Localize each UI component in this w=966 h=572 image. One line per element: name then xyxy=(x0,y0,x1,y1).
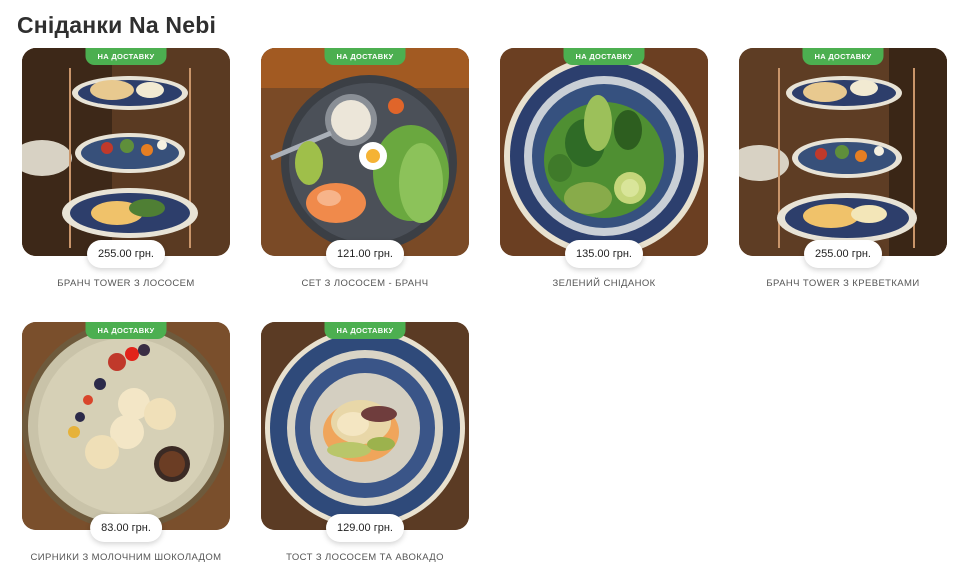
delivery-badge: НА ДОСТАВКУ xyxy=(85,48,167,65)
page-title: Сніданки Na Nebi xyxy=(17,12,217,38)
price-tag: 255.00 грн. xyxy=(804,240,882,268)
delivery-badge: НА ДОСТАВКУ xyxy=(324,48,406,65)
product-photo[interactable] xyxy=(261,322,469,530)
product-grid: НА ДОСТАВКУ 255.00 грн. БРАНЧ TOWER З ЛО… xyxy=(22,48,947,572)
product-card[interactable]: НА ДОСТАВКУ 121.00 грн. СЕТ З ЛОСОСЕМ - … xyxy=(261,48,469,298)
product-card[interactable]: НА ДОСТАВКУ 255.00 грн. БРАНЧ TOWER З КР… xyxy=(739,48,947,298)
price-tag: 129.00 грн. xyxy=(326,514,404,542)
price-tag: 121.00 грн. xyxy=(326,240,404,268)
product-name[interactable]: БРАНЧ TOWER З ЛОСОСЕМ xyxy=(22,278,230,289)
delivery-badge: НА ДОСТАВКУ xyxy=(324,322,406,339)
product-card[interactable]: НА ДОСТАВКУ 255.00 грн. БРАНЧ TOWER З ЛО… xyxy=(22,48,230,298)
product-photo[interactable] xyxy=(500,48,708,256)
product-card[interactable]: НА ДОСТАВКУ 135.00 грн. ЗЕЛЕНИЙ СНІДАНОК xyxy=(500,48,708,298)
price-tag: 83.00 грн. xyxy=(90,514,162,542)
price-tag: 255.00 грн. xyxy=(87,240,165,268)
product-name[interactable]: ТОСТ З ЛОСОСЕМ ТА АВОКАДО xyxy=(261,552,469,563)
product-name[interactable]: СЕТ З ЛОСОСЕМ - БРАНЧ xyxy=(261,278,469,289)
delivery-badge: НА ДОСТАВКУ xyxy=(563,48,645,65)
delivery-badge: НА ДОСТАВКУ xyxy=(802,48,884,65)
product-photo[interactable] xyxy=(22,48,230,256)
product-photo[interactable] xyxy=(739,48,947,256)
product-name[interactable]: СИРНИКИ З МОЛОЧНИМ ШОКОЛАДОМ xyxy=(22,552,230,563)
price-tag: 135.00 грн. xyxy=(565,240,643,268)
delivery-badge: НА ДОСТАВКУ xyxy=(85,322,167,339)
product-photo[interactable] xyxy=(261,48,469,256)
product-card[interactable]: НА ДОСТАВКУ 129.00 грн. ТОСТ З ЛОСОСЕМ Т… xyxy=(261,322,469,572)
product-photo[interactable] xyxy=(22,322,230,530)
product-name[interactable]: БРАНЧ TOWER З КРЕВЕТКАМИ xyxy=(739,278,947,289)
product-card[interactable]: НА ДОСТАВКУ 83.00 грн. СИРНИКИ З МОЛОЧНИ… xyxy=(22,322,230,572)
product-name[interactable]: ЗЕЛЕНИЙ СНІДАНОК xyxy=(500,278,708,289)
